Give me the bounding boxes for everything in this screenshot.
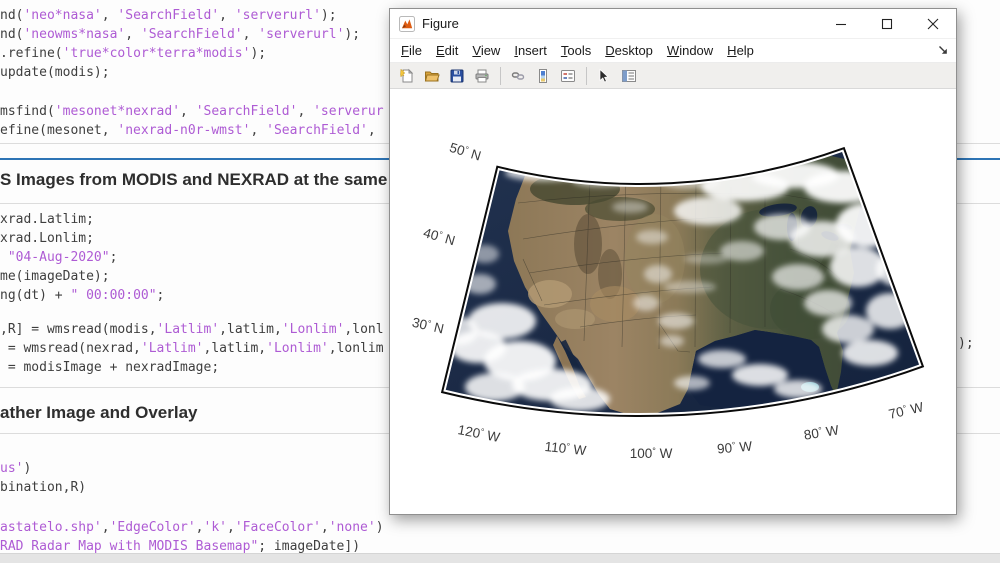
title-bar[interactable]: Figure <box>390 9 956 39</box>
menu-item-desktop[interactable]: Desktop <box>598 41 660 60</box>
code-line: nd('neo*nasa', 'SearchField', 'serverurl… <box>0 8 337 23</box>
menu-bar: FileEditViewInsertToolsDesktopWindowHelp <box>390 39 956 63</box>
code-line: .refine('true*color*terra*modis'); <box>0 46 266 61</box>
section-heading-2: ather Image and Overlay <box>0 403 197 423</box>
new-figure-icon <box>399 68 415 84</box>
window-title: Figure <box>422 16 459 31</box>
code-line: me(imageDate); <box>0 269 110 284</box>
print-figure-button[interactable] <box>470 65 493 87</box>
code-line: us') <box>0 461 31 476</box>
save-figure-button[interactable] <box>445 65 468 87</box>
code-line-continuation: ); <box>958 336 974 351</box>
section-heading-1: S Images from MODIS and NEXRAD at the sa… <box>0 170 387 190</box>
minimize-icon <box>835 18 847 30</box>
new-figure-button[interactable] <box>395 65 418 87</box>
code-line: = wmsread(nexrad,'Latlim',latlim,'Lonlim… <box>0 341 384 356</box>
toolbar-separator <box>500 67 501 85</box>
code-line: RAD Radar Map with MODIS Basemap"; image… <box>0 539 360 554</box>
code-line: msfind('mesonet*nexrad', 'SearchField', … <box>0 104 384 119</box>
edit-plot-button[interactable] <box>592 65 615 87</box>
open-file-icon <box>424 68 440 84</box>
open-file-button[interactable] <box>420 65 443 87</box>
graticule-label: 30° N <box>411 315 446 337</box>
property-inspector-icon <box>621 68 637 84</box>
graticule-label: 110° W <box>544 439 587 458</box>
code-line: nd('neowms*nasa', 'SearchField', 'server… <box>0 27 360 42</box>
maximize-icon <box>881 18 893 30</box>
save-figure-icon <box>449 68 465 84</box>
code-line: astatelo.shp','EdgeColor','k','FaceColor… <box>0 520 384 535</box>
property-inspector-button[interactable] <box>617 65 640 87</box>
graticule-label: 70° W <box>887 399 925 422</box>
menu-item-file[interactable]: File <box>394 41 429 60</box>
graticule-label: 120° W <box>456 422 501 445</box>
code-line: bination,R) <box>0 480 86 495</box>
graticule-label: 90° W <box>716 438 753 456</box>
matlab-logo-icon <box>399 16 415 32</box>
menu-item-edit[interactable]: Edit <box>429 41 465 60</box>
print-figure-icon <box>474 68 490 84</box>
graticule-label: 80° W <box>803 422 840 442</box>
code-line: xrad.Lonlim; <box>0 231 94 246</box>
insert-legend-icon <box>560 68 576 84</box>
page-bottom-strip <box>0 553 1000 563</box>
menu-item-insert[interactable]: Insert <box>507 41 554 60</box>
dock-figure-arrow-icon[interactable] <box>937 44 950 57</box>
minimize-button[interactable] <box>818 9 864 39</box>
menu-item-view[interactable]: View <box>465 41 507 60</box>
code-line: xrad.Latlim; <box>0 212 94 227</box>
insert-legend-button[interactable] <box>556 65 579 87</box>
link-plot-icon <box>510 68 526 84</box>
insert-colorbar-icon <box>535 68 551 84</box>
screen: nd('neo*nasa', 'SearchField', 'serverurl… <box>0 0 1000 563</box>
menu-item-help[interactable]: Help <box>720 41 761 60</box>
link-plot-button[interactable] <box>506 65 529 87</box>
code-line: "04-Aug-2020"; <box>0 250 117 265</box>
menu-item-tools[interactable]: Tools <box>554 41 598 60</box>
close-button[interactable] <box>910 9 956 39</box>
code-line: ,R] = wmsread(modis,'Latlim',latlim,'Lon… <box>0 322 384 337</box>
graticule-label: 100° W <box>630 446 673 461</box>
figure-canvas[interactable]: 50° N 40° N 30° N 120° W 110° W 100° W 90° W 8… <box>390 89 956 514</box>
code-line: update(modis); <box>0 65 110 80</box>
map-axes: 50° N 40° N 30° N 120° W 110° W 100° W 90° W 8… <box>390 89 956 514</box>
graticule-label: 50° N <box>448 140 483 164</box>
graticule-label: 40° N <box>422 225 457 248</box>
toolbar-separator <box>586 67 587 85</box>
code-line: efine(mesonet, 'nexrad-n0r-wmst', 'Searc… <box>0 123 384 138</box>
code-line: = modisImage + nexradImage; <box>0 360 219 375</box>
code-line: ng(dt) + " 00:00:00"; <box>0 288 164 303</box>
menu-item-window[interactable]: Window <box>660 41 720 60</box>
close-icon <box>927 18 939 30</box>
insert-colorbar-button[interactable] <box>531 65 554 87</box>
maximize-button[interactable] <box>864 9 910 39</box>
figure-toolbar <box>390 63 956 89</box>
figure-window: Figure <box>389 8 957 515</box>
edit-plot-icon <box>596 68 612 84</box>
